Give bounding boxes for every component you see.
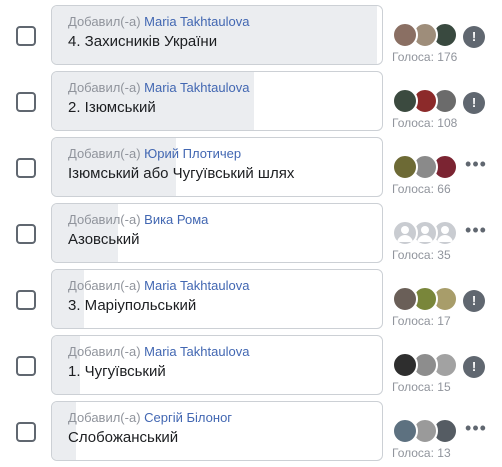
option-text: Добавил(-а) Maria Takhtaulova 4. Захисник…	[68, 14, 374, 52]
option-label: Слобожанський	[68, 429, 179, 446]
option-text: Добавил(-а) Вика Рома Азовський	[68, 212, 374, 250]
report-icon[interactable]: !	[463, 26, 485, 48]
author-link[interactable]: Maria Takhtaulova	[144, 278, 249, 293]
vote-count-prefix: Голоса:	[392, 248, 434, 262]
vote-count: Голоса: 15	[392, 380, 451, 394]
vote-count-value: 15	[437, 380, 451, 394]
option-text: Добавил(-а) Maria Takhtaulova 3. Маріупол…	[68, 278, 374, 316]
vote-count: Голоса: 176	[392, 50, 457, 64]
vote-count-prefix: Голоса:	[392, 380, 434, 394]
author-link[interactable]: Maria Takhtaulova	[144, 80, 249, 95]
poll-option-row: Добавил(-а) Maria Takhtaulova 2. Ізюмськи…	[0, 71, 502, 137]
vote-checkbox[interactable]	[16, 92, 36, 112]
vote-count-value: 176	[437, 50, 458, 64]
option-text: Добавил(-а) Maria Takhtaulova 1. Чугуївсь…	[68, 344, 374, 382]
vote-count-value: 35	[437, 248, 451, 262]
poll-option-row: Добавил(-а) Maria Takhtaulova 1. Чугуївсь…	[0, 335, 502, 401]
avatar	[392, 220, 418, 246]
added-by-prefix: Добавил(-а)	[68, 344, 141, 359]
added-by: Добавил(-а) Maria Takhtaulova	[68, 278, 374, 294]
option-label: 1. Чугуївський	[68, 363, 166, 380]
vote-count-prefix: Голоса:	[392, 182, 434, 196]
vote-checkbox[interactable]	[16, 26, 36, 46]
avatar	[392, 22, 418, 48]
added-by: Добавил(-а) Вика Рома	[68, 212, 374, 228]
author-link[interactable]: Сергій Білоног	[144, 410, 232, 425]
avatar	[392, 352, 418, 378]
vote-checkbox[interactable]	[16, 224, 36, 244]
vote-count-prefix: Голоса:	[392, 116, 434, 130]
vote-count-value: 17	[437, 314, 451, 328]
added-by-prefix: Добавил(-а)	[68, 410, 141, 425]
poll-option-row: Добавил(-а) Сергій Білоног Слобожанський Г…	[0, 401, 502, 467]
poll-option-row: Добавил(-а) Юрий Плотичер Ізюмський або Ч…	[0, 137, 502, 203]
option-text: Добавил(-а) Сергій Білоног Слобожанський	[68, 410, 374, 448]
added-by: Добавил(-а) Maria Takhtaulova	[68, 80, 374, 96]
avatar	[392, 286, 418, 312]
author-link[interactable]: Maria Takhtaulova	[144, 344, 249, 359]
author-link[interactable]: Вика Рома	[144, 212, 208, 227]
vote-checkbox[interactable]	[16, 290, 36, 310]
poll-option[interactable]: Добавил(-а) Сергій Білоног Слобожанський	[51, 401, 383, 461]
option-text: Добавил(-а) Юрий Плотичер Ізюмський або Ч…	[68, 146, 374, 184]
poll-option-row: Добавил(-а) Maria Takhtaulova 4. Захисник…	[0, 5, 502, 71]
added-by-prefix: Добавил(-а)	[68, 278, 141, 293]
added-by: Добавил(-а) Юрий Плотичер	[68, 146, 374, 162]
option-text: Добавил(-а) Maria Takhtaulova 2. Ізюмськи…	[68, 80, 374, 118]
avatar	[392, 418, 418, 444]
vote-count-prefix: Голоса:	[392, 50, 434, 64]
option-label: Ізюмський або Чугуївський шлях	[68, 165, 295, 182]
added-by: Добавил(-а) Maria Takhtaulova	[68, 14, 374, 30]
report-icon[interactable]: !	[463, 92, 485, 114]
report-icon[interactable]: !	[463, 290, 485, 312]
avatar	[392, 88, 418, 114]
vote-checkbox[interactable]	[16, 422, 36, 442]
poll-option[interactable]: Добавил(-а) Юрий Плотичер Ізюмський або Ч…	[51, 137, 383, 197]
vote-count-prefix: Голоса:	[392, 314, 434, 328]
added-by: Добавил(-а) Maria Takhtaulova	[68, 344, 374, 360]
option-label: 2. Ізюмський	[68, 99, 156, 116]
poll-option[interactable]: Добавил(-а) Maria Takhtaulova 2. Ізюмськи…	[51, 71, 383, 131]
more-icon[interactable]: •••	[464, 419, 488, 443]
vote-checkbox[interactable]	[16, 356, 36, 376]
vote-count: Голоса: 35	[392, 248, 451, 262]
added-by-prefix: Добавил(-а)	[68, 80, 141, 95]
more-icon[interactable]: •••	[464, 221, 488, 245]
poll-option[interactable]: Добавил(-а) Maria Takhtaulova 1. Чугуївсь…	[51, 335, 383, 395]
poll-option[interactable]: Добавил(-а) Maria Takhtaulova 3. Маріупол…	[51, 269, 383, 329]
author-link[interactable]: Maria Takhtaulova	[144, 14, 249, 29]
vote-count: Голоса: 17	[392, 314, 451, 328]
vote-count: Голоса: 66	[392, 182, 451, 196]
option-label: 3. Маріупольський	[68, 297, 197, 314]
vote-count: Голоса: 108	[392, 116, 457, 130]
vote-count-value: 66	[437, 182, 451, 196]
option-label: Азовський	[68, 231, 140, 248]
added-by-prefix: Добавил(-а)	[68, 212, 141, 227]
option-label: 4. Захисників України	[68, 33, 218, 50]
added-by: Добавил(-а) Сергій Білоног	[68, 410, 374, 426]
avatar	[392, 154, 418, 180]
report-icon[interactable]: !	[463, 356, 485, 378]
poll-option[interactable]: Добавил(-а) Вика Рома Азовський	[51, 203, 383, 263]
vote-checkbox[interactable]	[16, 158, 36, 178]
poll-option[interactable]: Добавил(-а) Maria Takhtaulova 4. Захисник…	[51, 5, 383, 65]
vote-count-value: 108	[437, 116, 458, 130]
more-icon[interactable]: •••	[464, 155, 488, 179]
poll-option-row: Добавил(-а) Вика Рома Азовський Голоса: 35…	[0, 203, 502, 269]
added-by-prefix: Добавил(-а)	[68, 146, 141, 161]
added-by-prefix: Добавил(-а)	[68, 14, 141, 29]
poll-option-row: Добавил(-а) Maria Takhtaulova 3. Маріупол…	[0, 269, 502, 335]
author-link[interactable]: Юрий Плотичер	[144, 146, 241, 161]
